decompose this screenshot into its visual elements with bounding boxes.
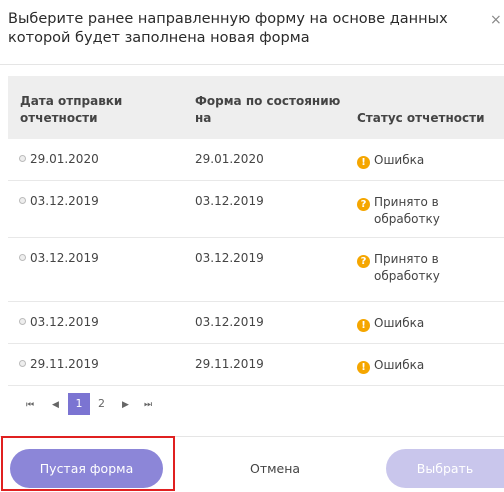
status-text: Ошибка [374, 316, 425, 330]
dialog-title: Выберите ранее направленную форму на осн… [8, 11, 448, 46]
radio-dot-icon[interactable] [19, 197, 26, 204]
next-page-icon[interactable]: ▶ [122, 400, 129, 410]
forms-table: Дата отправки отчетности Форма по состоя… [8, 76, 504, 386]
sent-date: 03.12.2019 [30, 194, 99, 208]
status-text: Принято в обработку [374, 252, 440, 283]
status-text: Принято в обработку [374, 195, 440, 226]
radio-dot-icon[interactable] [19, 360, 26, 367]
form-date: 03.12.2019 [195, 194, 264, 208]
prev-page-icon[interactable]: ◀ [52, 400, 59, 410]
last-page-icon[interactable]: ⏭ [144, 400, 152, 410]
sent-date: 29.01.2020 [30, 152, 99, 166]
cancel-button[interactable]: Отмена [250, 449, 310, 488]
pagination: ⏮ ◀ 1 2 ▶ ⏭ [8, 387, 504, 425]
table-row[interactable]: 29.11.2019 29.11.2019 ! Ошибка [8, 344, 504, 386]
form-date: 03.12.2019 [195, 315, 264, 329]
divider [0, 64, 504, 65]
form-date: 03.12.2019 [195, 251, 264, 265]
header-sent-date[interactable]: Дата отправки отчетности [20, 93, 170, 127]
error-icon: ! [357, 319, 370, 332]
header-form-date[interactable]: Форма по состоянию на [195, 93, 345, 127]
sent-date: 29.11.2019 [30, 357, 99, 371]
page-1-button[interactable]: 1 [68, 393, 90, 415]
table-row[interactable]: 03.12.2019 03.12.2019 ? Принято в обработ… [8, 181, 504, 238]
close-icon[interactable]: × [490, 12, 504, 28]
header-status[interactable]: Статус отчетности [357, 110, 504, 127]
radio-dot-icon[interactable] [19, 254, 26, 261]
status-text: Ошибка [374, 153, 425, 167]
select-button[interactable]: Выбрать [386, 449, 504, 488]
select-form-dialog: Выберите ранее направленную форму на осн… [0, 0, 504, 492]
error-icon: ! [357, 361, 370, 374]
sent-date: 03.12.2019 [30, 315, 99, 329]
form-date: 29.11.2019 [195, 357, 264, 371]
form-date: 29.01.2020 [195, 152, 264, 166]
status-text: Ошибка [374, 358, 425, 372]
table-row[interactable]: 29.01.2020 29.01.2020 ! Ошибка [8, 139, 504, 181]
radio-dot-icon[interactable] [19, 155, 26, 162]
error-icon: ! [357, 156, 370, 169]
table-header: Дата отправки отчетности Форма по состоя… [8, 76, 504, 139]
question-icon: ? [357, 198, 370, 211]
radio-dot-icon[interactable] [19, 318, 26, 325]
question-icon: ? [357, 255, 370, 268]
empty-form-button[interactable]: Пустая форма [10, 449, 163, 488]
table-row[interactable]: 03.12.2019 03.12.2019 ? Принято в обработ… [8, 238, 504, 302]
sent-date: 03.12.2019 [30, 251, 99, 265]
first-page-icon[interactable]: ⏮ [26, 400, 34, 410]
page-2-button[interactable]: 2 [98, 397, 105, 410]
table-row[interactable]: 03.12.2019 03.12.2019 ! Ошибка [8, 302, 504, 344]
